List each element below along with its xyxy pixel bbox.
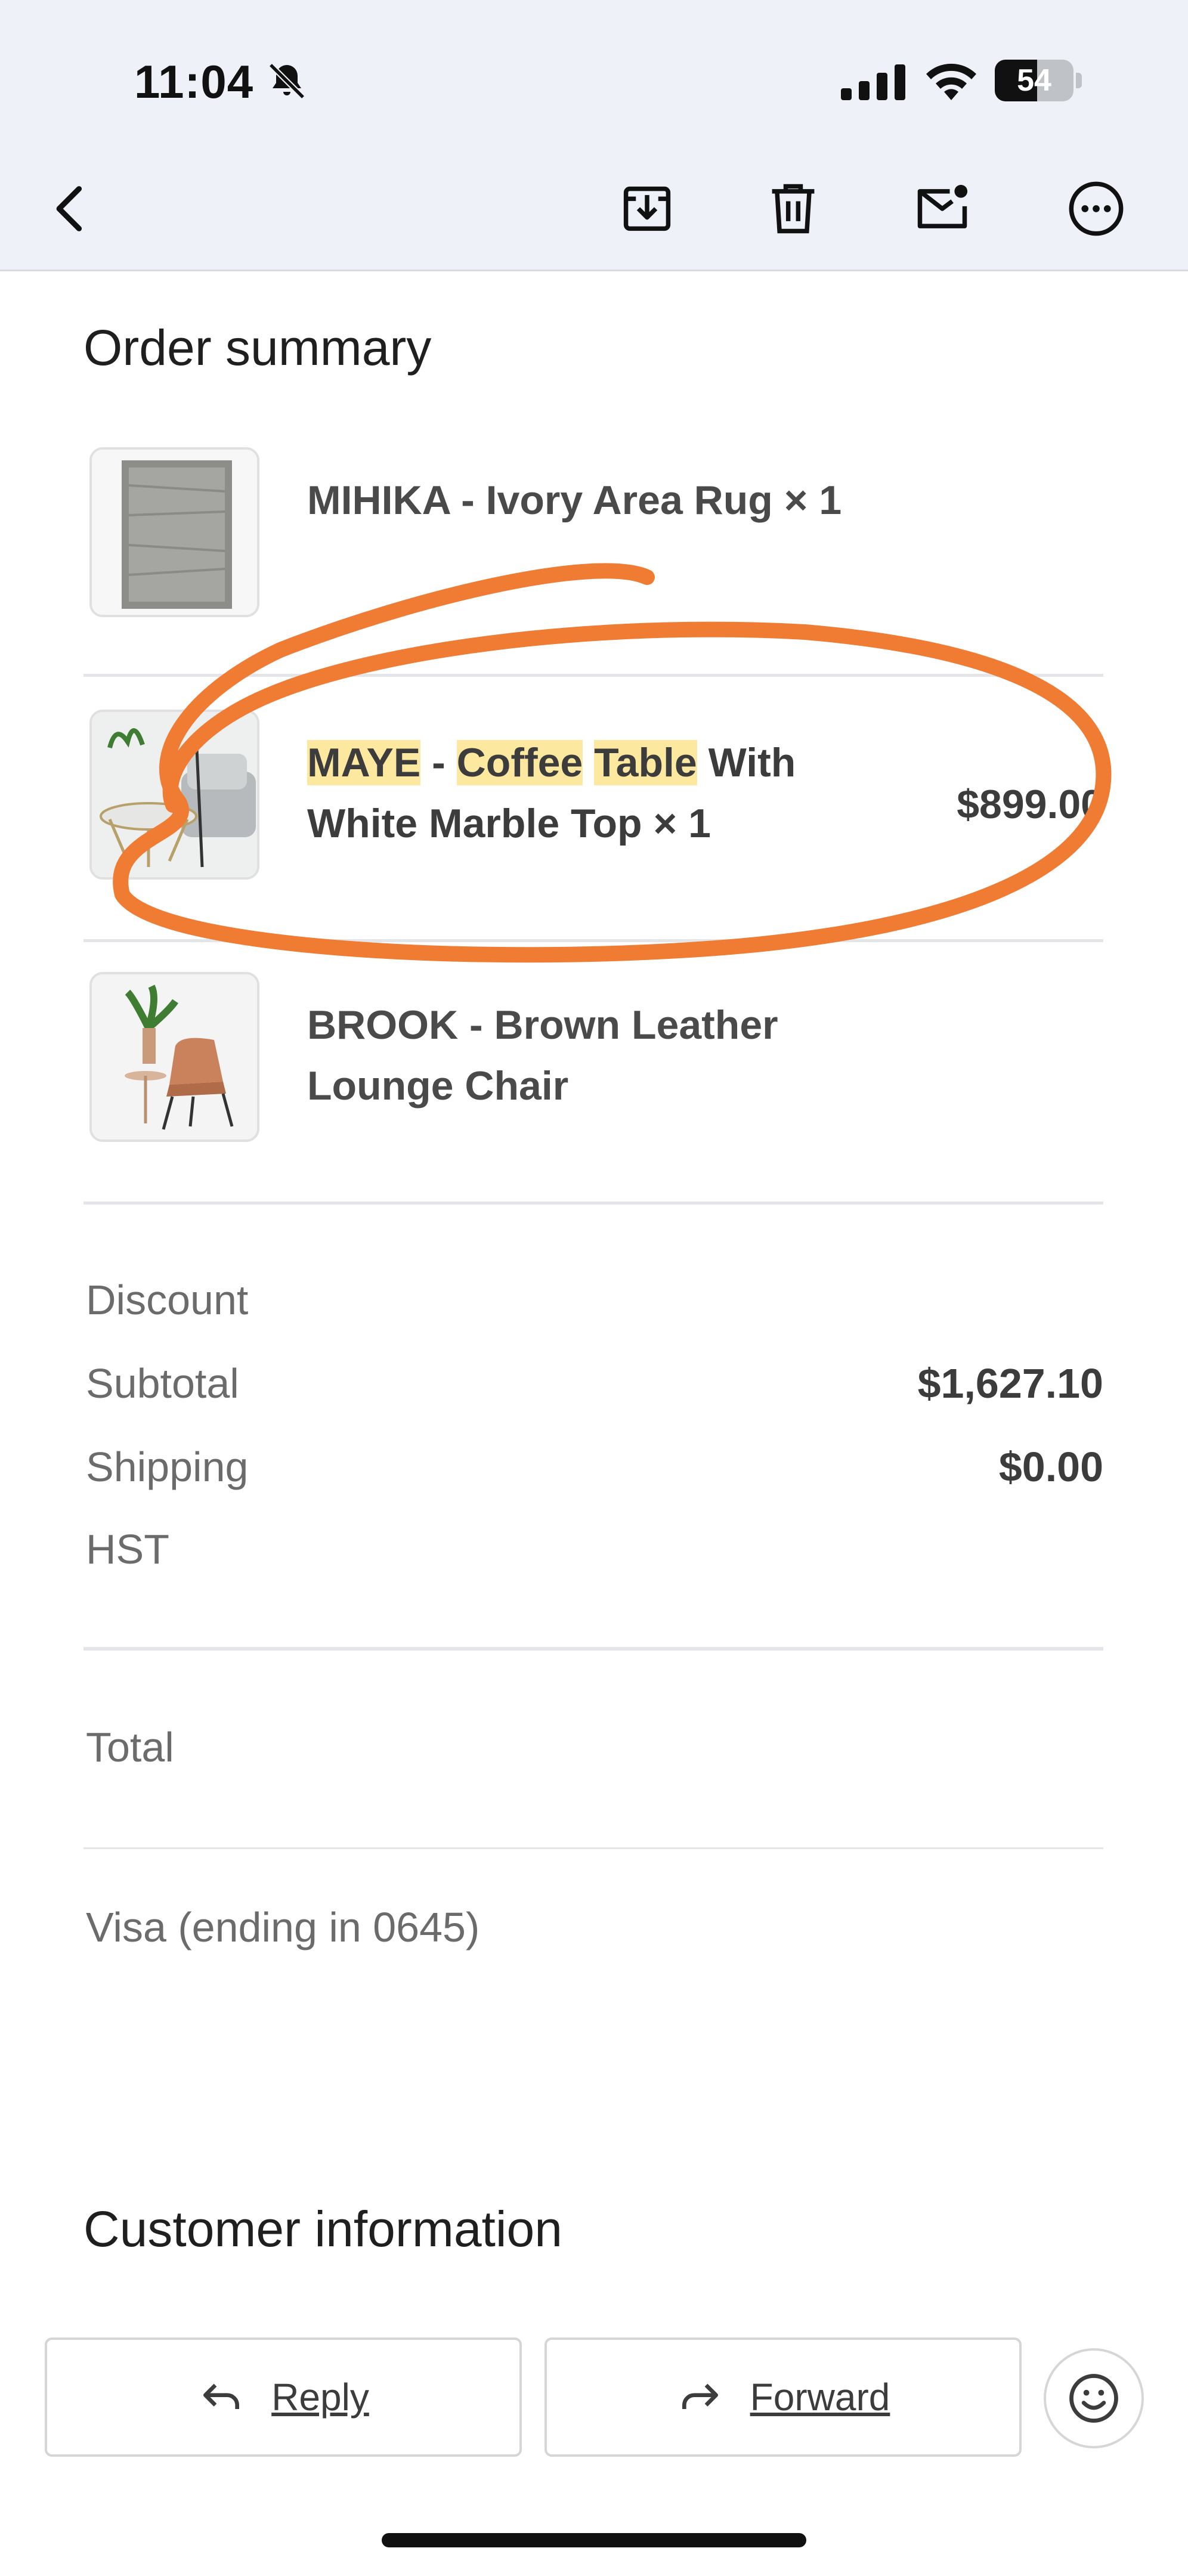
hst-row: HST <box>83 1519 1103 1585</box>
forward-icon <box>682 2383 718 2409</box>
reply-icon <box>203 2383 240 2409</box>
lounge-chair-thumbnail <box>89 972 259 1142</box>
back-button[interactable] <box>39 176 104 242</box>
coffee-table-thumbnail <box>89 710 259 880</box>
archive-button[interactable] <box>614 176 680 242</box>
shipping-label: Shipping <box>86 1444 249 1490</box>
discount-label: Discount <box>86 1277 249 1323</box>
reply-label: Reply <box>271 2376 369 2419</box>
subtotal-label: Subtotal <box>86 1360 239 1407</box>
forward-button[interactable]: Forward <box>544 2337 1022 2457</box>
back-icon <box>56 186 82 231</box>
customer-information-title: Customer information <box>83 2201 562 2257</box>
item-name-part <box>583 740 594 785</box>
shipping-value: $0.00 <box>998 1444 1103 1490</box>
mark-unread-button[interactable] <box>909 176 975 242</box>
shipping-row: Shipping $0.00 <box>83 1437 1103 1503</box>
forward-label: Forward <box>750 2376 890 2419</box>
list-item: BROOK - Brown Leather Lounge Chair <box>83 942 1103 1205</box>
item-name-part: MAYE <box>307 740 421 785</box>
more-icon <box>1069 181 1124 236</box>
battery-indicator: 54 <box>995 60 1083 101</box>
more-options-button[interactable] <box>1063 176 1129 242</box>
wifi-icon <box>926 63 976 100</box>
hst-label: HST <box>86 1526 169 1572</box>
list-item: MAYE - Coffee Table With White Marble To… <box>83 680 1103 942</box>
item-name: MAYE - Coffee Table With White Marble To… <box>307 732 904 854</box>
subtotal-row: Subtotal $1,627.10 <box>83 1354 1103 1419</box>
payment-label: Visa (ending in 0645) <box>86 1904 480 1950</box>
smiley-icon <box>1069 2374 1118 2423</box>
payment-divider <box>83 1847 1103 1849</box>
home-indicator <box>382 2533 806 2547</box>
item-price: $899.00 <box>957 782 1103 827</box>
status-time: 11:04 <box>134 55 254 108</box>
bell-muted-icon <box>268 63 305 100</box>
list-item: MIHIKA - Ivory Area Rug × 1 <box>83 417 1103 677</box>
item-name: MIHIKA - Ivory Area Rug × 1 <box>307 478 842 523</box>
item-name: BROOK - Brown Leather Lounge Chair <box>307 1002 778 1109</box>
rug-thumbnail <box>89 447 259 617</box>
reply-button[interactable]: Reply <box>45 2337 522 2457</box>
order-summary-title: Order summary <box>83 320 432 376</box>
archive-icon <box>623 186 671 231</box>
payment-row: Visa (ending in 0645) <box>83 1897 1103 1963</box>
top-bar: 11:04 54 <box>0 0 1188 271</box>
totals-divider <box>83 1647 1103 1651</box>
total-label: Total <box>86 1724 174 1770</box>
discount-row: Discount <box>83 1270 1103 1336</box>
item-name-part: Coffee <box>456 740 583 785</box>
item-name-part: - <box>420 740 457 785</box>
cell-signal-icon <box>841 64 905 100</box>
delete-button[interactable] <box>760 176 826 242</box>
battery-level: 54 <box>1017 63 1051 98</box>
trash-icon <box>772 184 815 234</box>
mark-unread-icon <box>917 185 968 228</box>
total-row: Total <box>83 1717 1103 1783</box>
subtotal-value: $1,627.10 <box>917 1360 1103 1407</box>
item-name-part: Table <box>594 740 697 785</box>
emoji-reaction-button[interactable] <box>1044 2348 1144 2448</box>
